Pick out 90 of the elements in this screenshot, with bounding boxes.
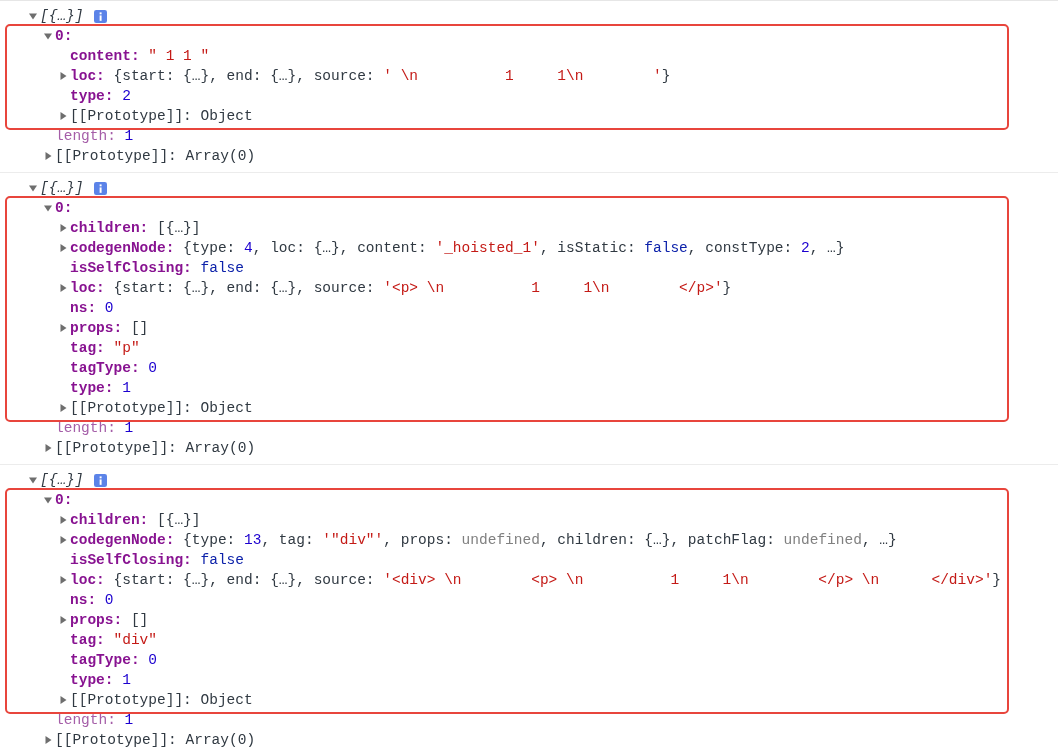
collapsed-arrow-icon[interactable] bbox=[43, 735, 53, 745]
property-value: Array(0) bbox=[185, 732, 256, 748]
property-key: isSelfClosing: bbox=[70, 260, 192, 276]
property-key: [[Prototype]]: bbox=[70, 400, 192, 416]
expanded-arrow-icon[interactable] bbox=[28, 183, 38, 193]
property-value: {start: {…}, end: {…}, source: '<div> \n <p> \n 1 1\n </p> \n </div>'} bbox=[113, 572, 1002, 588]
property-value: Array(0) bbox=[185, 440, 256, 456]
property-value: 0 bbox=[148, 360, 157, 376]
property-key: ns: bbox=[70, 300, 97, 316]
expanded-arrow-icon[interactable] bbox=[28, 475, 38, 485]
info-icon[interactable] bbox=[93, 181, 107, 195]
collapsed-arrow-icon[interactable] bbox=[43, 443, 53, 453]
property-value: Object bbox=[200, 400, 253, 416]
property-key: [[Prototype]]: bbox=[55, 440, 177, 456]
property-value: false bbox=[200, 552, 245, 568]
property-value: 0 bbox=[148, 652, 157, 668]
property-key: [[Prototype]]: bbox=[70, 108, 192, 124]
property-value: Array(0) bbox=[185, 148, 256, 164]
property-value: {type: 4, loc: {…}, content: '_hoisted_1', isStatic: false, constType: 2, …} bbox=[183, 240, 845, 256]
property-key: props: bbox=[70, 320, 123, 336]
property-key: children: bbox=[70, 220, 149, 236]
property-value: {start: {…}, end: {…}, source: ' \n 1 1\n '} bbox=[113, 68, 671, 84]
property-key: 0: bbox=[55, 200, 73, 216]
property-key: type: bbox=[70, 672, 114, 688]
property-value: [{…}] bbox=[157, 512, 201, 528]
expanded-arrow-icon[interactable] bbox=[43, 31, 53, 41]
property-value: 0 bbox=[104, 592, 114, 608]
property-key: codegenNode: bbox=[70, 240, 175, 256]
property-key: [[Prototype]]: bbox=[70, 692, 192, 708]
property-key: codegenNode: bbox=[70, 532, 175, 548]
property-value: Object bbox=[200, 108, 253, 124]
collapsed-arrow-icon[interactable] bbox=[58, 111, 68, 121]
property-value: false bbox=[200, 260, 245, 276]
collapsed-arrow-icon[interactable] bbox=[58, 223, 68, 233]
property-value: Object bbox=[200, 692, 253, 708]
property-key: [[Prototype]]: bbox=[55, 148, 177, 164]
collapsed-arrow-icon[interactable] bbox=[58, 71, 68, 81]
collapsed-arrow-icon[interactable] bbox=[43, 151, 53, 161]
property-key: 0: bbox=[55, 28, 73, 44]
collapsed-arrow-icon[interactable] bbox=[58, 403, 68, 413]
property-key: tagType: bbox=[70, 360, 140, 376]
property-key: loc: bbox=[70, 572, 105, 588]
collapsed-arrow-icon[interactable] bbox=[58, 283, 68, 293]
property-key: type: bbox=[70, 88, 114, 104]
property-key: ns: bbox=[70, 592, 97, 608]
property-value: 1 bbox=[122, 380, 131, 396]
collapsed-arrow-icon[interactable] bbox=[58, 535, 68, 545]
property-value: [{…}] bbox=[157, 220, 201, 236]
property-key: tag: bbox=[70, 340, 105, 356]
property-value: 1 bbox=[124, 712, 134, 728]
property-value: 1 bbox=[124, 420, 134, 436]
info-icon[interactable] bbox=[93, 473, 107, 487]
expanded-arrow-icon[interactable] bbox=[43, 495, 53, 505]
property-key: isSelfClosing: bbox=[70, 552, 192, 568]
info-icon[interactable] bbox=[93, 9, 107, 23]
property-value: [] bbox=[130, 612, 149, 628]
expanded-arrow-icon[interactable] bbox=[28, 11, 38, 21]
collapsed-arrow-icon[interactable] bbox=[58, 695, 68, 705]
property-value: 1 bbox=[122, 672, 131, 688]
property-key: type: bbox=[70, 380, 114, 396]
property-value: {start: {…}, end: {…}, source: '<p> \n 1 1\n </p>'} bbox=[113, 280, 732, 296]
collapsed-arrow-icon[interactable] bbox=[58, 615, 68, 625]
property-value: 0 bbox=[104, 300, 114, 316]
property-key: length: bbox=[55, 420, 116, 436]
array-summary[interactable]: [{…}] bbox=[40, 180, 84, 196]
collapsed-arrow-icon[interactable] bbox=[58, 575, 68, 585]
property-value: "p" bbox=[113, 340, 140, 356]
property-value: " 1 1 " bbox=[148, 48, 210, 64]
collapsed-arrow-icon[interactable] bbox=[58, 515, 68, 525]
property-value: 2 bbox=[122, 88, 131, 104]
property-key: loc: bbox=[70, 280, 105, 296]
property-value: 1 bbox=[124, 128, 134, 144]
property-key: children: bbox=[70, 512, 149, 528]
array-summary[interactable]: [{…}] bbox=[40, 472, 84, 488]
array-summary[interactable]: [{…}] bbox=[40, 8, 84, 24]
property-value: "div" bbox=[113, 632, 157, 648]
property-value: [] bbox=[130, 320, 149, 336]
property-key: tag: bbox=[70, 632, 105, 648]
property-key: 0: bbox=[55, 492, 73, 508]
property-key: tagType: bbox=[70, 652, 140, 668]
property-key: loc: bbox=[70, 68, 105, 84]
expanded-arrow-icon[interactable] bbox=[43, 203, 53, 213]
property-key: [[Prototype]]: bbox=[55, 732, 177, 748]
property-value: {type: 13, tag: '"div"', props: undefined, children: {…}, patchFlag: undefined, …} bbox=[183, 532, 897, 548]
property-key: length: bbox=[55, 128, 116, 144]
collapsed-arrow-icon[interactable] bbox=[58, 243, 68, 253]
property-key: length: bbox=[55, 712, 116, 728]
collapsed-arrow-icon[interactable] bbox=[58, 323, 68, 333]
property-key: content: bbox=[70, 48, 140, 64]
property-key: props: bbox=[70, 612, 123, 628]
